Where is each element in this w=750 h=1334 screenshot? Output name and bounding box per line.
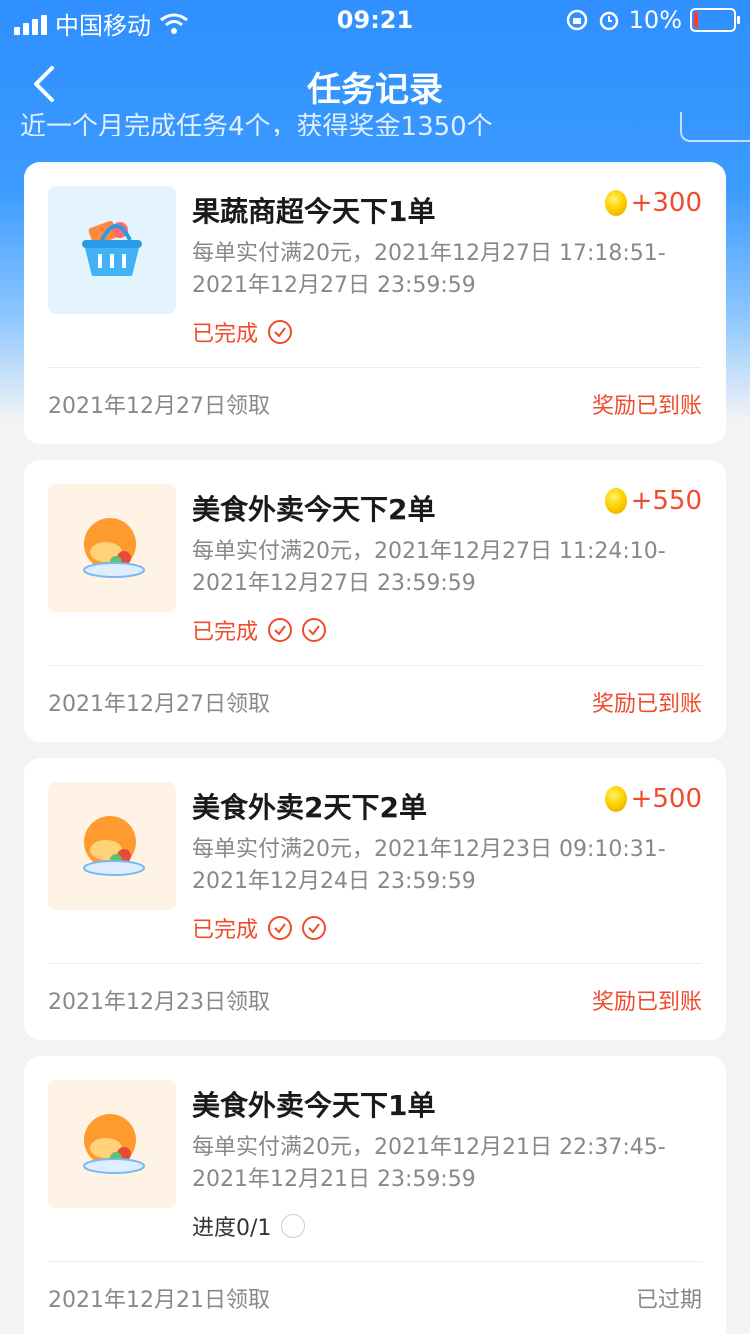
received-date: 2021年12月27日领取	[48, 692, 270, 717]
battery-percent: 10%	[628, 6, 682, 34]
divider	[48, 665, 702, 666]
reward-amount: +500	[604, 784, 702, 814]
task-progress: 进度0/1	[192, 1210, 306, 1242]
coin-icon	[604, 488, 627, 514]
battery-level	[694, 12, 698, 28]
task-card[interactable]: 美食外卖2天下2单 +500 每单实付满20元，2021年12月23日 09:1…	[24, 758, 726, 1040]
check-icon	[268, 320, 293, 344]
reward-amount: +550	[604, 486, 702, 516]
task-status-label: 已完成	[192, 620, 259, 645]
check-icon	[268, 916, 293, 940]
divider	[48, 963, 702, 964]
task-card[interactable]: 美食外卖今天下1单 每单实付满20元，2021年12月21日 22:37:45-…	[24, 1056, 726, 1334]
check-icon	[302, 916, 327, 940]
food-icon	[48, 484, 176, 612]
reward-status: 奖励已到账	[591, 692, 702, 717]
check-icon	[268, 618, 293, 642]
reward-status: 奖励已到账	[591, 394, 702, 419]
page-title: 任务记录	[307, 70, 443, 110]
received-date: 2021年12月23日领取	[48, 990, 270, 1015]
task-status: 已完成	[192, 316, 293, 348]
status-bar: 中国移动 09:21 10%	[0, 0, 750, 40]
task-description: 每单实付满20元，2021年12月23日 09:10:31-2021年12月24…	[192, 837, 666, 894]
reward-value: +300	[630, 188, 702, 218]
reward-value: +500	[630, 784, 702, 814]
task-status: 已完成	[192, 614, 327, 646]
task-description: 每单实付满20元，2021年12月27日 17:18:51-2021年12月27…	[192, 241, 666, 298]
food-icon	[48, 782, 176, 910]
task-status-label: 已完成	[192, 918, 259, 943]
task-description: 每单实付满20元，2021年12月27日 11:24:10-2021年12月27…	[192, 539, 666, 596]
coin-icon	[604, 786, 627, 812]
task-title: 美食外卖今天下2单	[192, 493, 436, 526]
reward-amount: +300	[604, 188, 702, 218]
task-title: 美食外卖今天下1单	[192, 1089, 436, 1122]
task-status-label: 已完成	[192, 322, 259, 347]
divider	[48, 367, 702, 368]
alarm-icon	[599, 11, 618, 31]
expired-status: 已过期	[635, 1288, 702, 1313]
task-title: 果蔬商超今天下1单	[192, 195, 436, 228]
task-description: 每单实付满20元，2021年12月21日 22:37:45-2021年12月21…	[192, 1135, 666, 1192]
received-date: 2021年12月21日领取	[48, 1288, 270, 1313]
food-icon	[48, 1080, 176, 1208]
empty-circle-icon	[281, 1214, 306, 1238]
divider	[48, 1261, 702, 1262]
task-title: 美食外卖2天下2单	[192, 791, 427, 824]
status-right: 10%	[565, 6, 740, 34]
summary-button[interactable]	[680, 112, 750, 142]
received-date: 2021年12月27日领取	[48, 394, 270, 419]
task-card[interactable]: 美食外卖今天下2单 +550 每单实付满20元，2021年12月27日 11:2…	[24, 460, 726, 742]
task-card[interactable]: 果蔬商超今天下1单 +300 每单实付满20元，2021年12月27日 17:1…	[24, 162, 726, 444]
coin-icon	[604, 190, 627, 216]
check-icon	[302, 618, 327, 642]
battery-icon	[690, 8, 740, 32]
reward-value: +550	[630, 486, 702, 516]
rotation-lock-icon	[566, 9, 587, 31]
task-status: 已完成	[192, 912, 327, 944]
basket-icon	[48, 186, 176, 314]
summary-text: 近一个月完成任务4个，获得奖金1350个	[20, 112, 493, 136]
task-progress-label: 进度0/1	[192, 1216, 272, 1241]
reward-status: 奖励已到账	[591, 990, 702, 1015]
